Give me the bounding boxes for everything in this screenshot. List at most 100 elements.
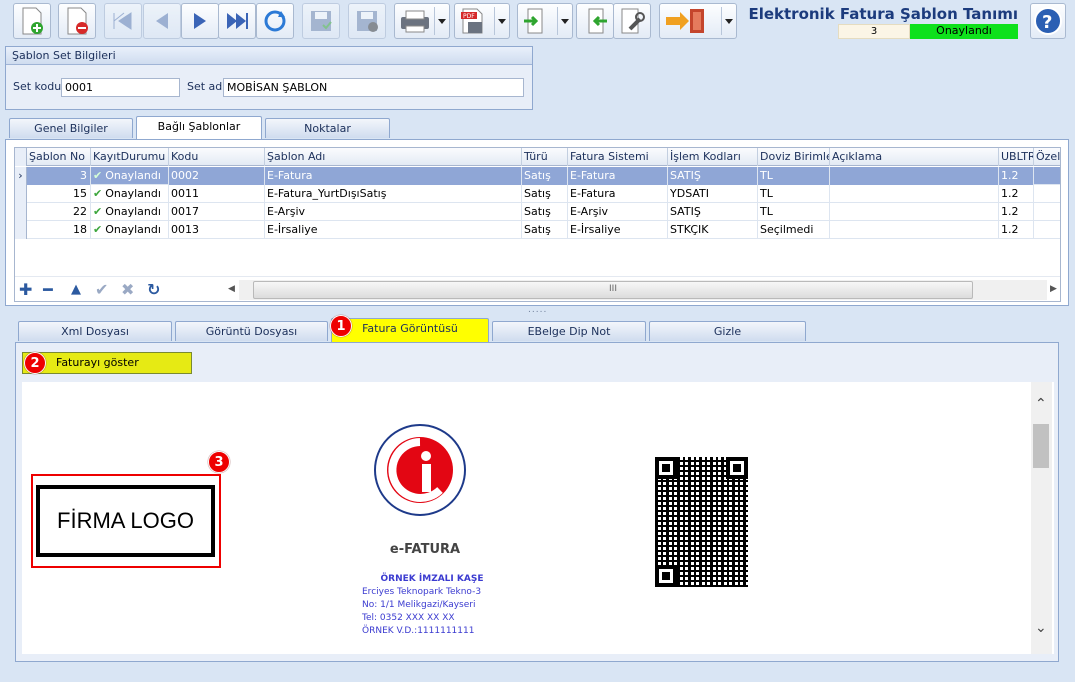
cell-ubltr[interactable]: 1.2 <box>999 221 1034 239</box>
cell-record-status[interactable]: ✔ Onaylandı <box>91 221 169 239</box>
cell-description[interactable] <box>830 185 999 203</box>
cell-record-status[interactable]: ✔ Onaylandı <box>91 167 169 185</box>
import-button[interactable] <box>576 3 614 39</box>
tab-linked-templates[interactable]: Bağlı Şablonlar <box>136 116 262 140</box>
table-row[interactable]: › 3 ✔ Onaylandı 0002 E-Fatura Satış E-Fatura SAT… <box>15 167 1060 185</box>
scroll-up-icon[interactable]: ⌃ <box>1035 396 1047 412</box>
cell-invoice-system[interactable]: E-İrsaliye <box>568 221 668 239</box>
previous-record-button[interactable] <box>143 3 181 39</box>
move-up-icon[interactable]: ▲ <box>71 282 81 297</box>
col-currencies[interactable]: Doviz Birimleri <box>758 148 830 166</box>
col-template-name[interactable]: Şablon Adı <box>265 148 522 166</box>
cancel-save-button[interactable] <box>348 3 386 39</box>
cell-currency[interactable]: TL <box>758 185 830 203</box>
tab-general[interactable]: Genel Bilgiler <box>9 118 133 138</box>
tab-hide[interactable]: Gizle <box>649 321 806 341</box>
col-template-no[interactable]: Şablon No <box>27 148 91 166</box>
cell-invoice-system[interactable]: E-Arşiv <box>568 203 668 221</box>
cell-invoice-system[interactable]: E-Fatura <box>568 185 668 203</box>
cell-code[interactable]: 0013 <box>169 221 265 239</box>
tab-points[interactable]: Noktalar <box>265 118 390 138</box>
cell-special[interactable] <box>1034 203 1060 221</box>
cell-record-status[interactable]: ✔ Onaylandı <box>91 203 169 221</box>
row-indicator[interactable] <box>15 221 27 239</box>
cell-description[interactable] <box>830 203 999 221</box>
remove-row-icon[interactable]: ━ <box>43 280 53 299</box>
cell-operation-codes[interactable]: SATIŞ <box>668 203 758 221</box>
refresh-grid-icon[interactable]: ↻ <box>147 280 160 299</box>
splitter-grip[interactable]: ..... <box>528 305 547 315</box>
cell-record-status[interactable]: ✔ Onaylandı <box>91 185 169 203</box>
col-description[interactable]: Açıklama <box>830 148 999 166</box>
pdf-button[interactable]: PDF <box>454 3 510 39</box>
col-ubltr[interactable]: UBLTR <box>999 148 1034 166</box>
cell-template-name[interactable]: E-İrsaliye <box>265 221 522 239</box>
scroll-left-icon[interactable]: ◀ <box>228 284 235 294</box>
cell-template-name[interactable]: E-Fatura_YurtDışıSatış <box>265 185 522 203</box>
cell-code[interactable]: 0017 <box>169 203 265 221</box>
save-button[interactable] <box>302 3 340 39</box>
last-record-button[interactable] <box>218 3 256 39</box>
delete-button[interactable] <box>58 3 96 39</box>
first-record-button[interactable] <box>104 3 142 39</box>
help-button[interactable]: ? <box>1030 3 1066 39</box>
table-row[interactable]: 22 ✔ Onaylandı 0017 E-Arşiv Satış E-Arşiv SATIŞ… <box>15 203 1060 221</box>
cell-special[interactable] <box>1034 185 1060 203</box>
print-button[interactable] <box>394 3 450 39</box>
cell-template-no[interactable]: 15 <box>27 185 91 203</box>
cell-template-name[interactable]: E-Fatura <box>265 167 522 185</box>
tab-xml-file[interactable]: Xml Dosyası <box>18 321 172 341</box>
new-button[interactable] <box>13 3 51 39</box>
exit-button[interactable] <box>659 3 737 39</box>
row-indicator[interactable] <box>15 203 27 221</box>
cell-template-name[interactable]: E-Arşiv <box>265 203 522 221</box>
refresh-button[interactable] <box>256 3 294 39</box>
cell-currency[interactable]: TL <box>758 167 830 185</box>
tools-button[interactable] <box>613 3 651 39</box>
cell-invoice-system[interactable]: E-Fatura <box>568 167 668 185</box>
show-invoice-button[interactable]: Faturayı göster <box>22 352 192 374</box>
cell-currency[interactable]: TL <box>758 203 830 221</box>
export-button[interactable] <box>517 3 573 39</box>
table-row[interactable]: 18 ✔ Onaylandı 0013 E-İrsaliye Satış E-İrsaliy… <box>15 221 1060 239</box>
col-special[interactable]: Özel F <box>1034 148 1060 166</box>
col-operation-codes[interactable]: İşlem Kodları <box>668 148 758 166</box>
col-code[interactable]: Kodu <box>169 148 265 166</box>
col-type[interactable]: Türü <box>522 148 568 166</box>
confirm-icon[interactable]: ✔ <box>95 280 108 299</box>
cell-code[interactable]: 0011 <box>169 185 265 203</box>
row-indicator[interactable]: › <box>15 167 27 185</box>
cell-type[interactable]: Satış <box>522 221 568 239</box>
row-indicator[interactable] <box>15 185 27 203</box>
set-name-field[interactable]: MOBİSAN ŞABLON <box>223 78 524 97</box>
cancel-icon[interactable]: ✖ <box>121 280 134 299</box>
cell-code[interactable]: 0002 <box>169 167 265 185</box>
cell-special[interactable] <box>1034 167 1060 185</box>
cell-operation-codes[interactable]: YDSATI <box>668 185 758 203</box>
cell-ubltr[interactable]: 1.2 <box>999 167 1034 185</box>
scroll-thumb[interactable]: III <box>253 281 973 299</box>
cell-ubltr[interactable]: 1.2 <box>999 203 1034 221</box>
cell-template-no[interactable]: 18 <box>27 221 91 239</box>
cell-operation-codes[interactable]: STKÇIK <box>668 221 758 239</box>
tab-image-file[interactable]: Görüntü Dosyası <box>175 321 328 341</box>
scroll-down-icon[interactable]: ⌄ <box>1035 620 1047 636</box>
cell-description[interactable] <box>830 167 999 185</box>
cell-ubltr[interactable]: 1.2 <box>999 185 1034 203</box>
scroll-right-icon[interactable]: ▶ <box>1050 284 1057 294</box>
cell-template-no[interactable]: 22 <box>27 203 91 221</box>
horizontal-scrollbar[interactable]: III <box>239 280 1047 300</box>
col-record-status[interactable]: KayıtDurumu <box>91 148 169 166</box>
cell-operation-codes[interactable]: SATIŞ <box>668 167 758 185</box>
cell-template-no[interactable]: 3 <box>27 167 91 185</box>
cell-currency[interactable]: Seçilmedi <box>758 221 830 239</box>
vscroll-thumb[interactable] <box>1033 424 1049 468</box>
cell-type[interactable]: Satış <box>522 185 568 203</box>
vertical-scrollbar[interactable]: ⌃ ⌄ <box>1031 382 1052 654</box>
table-row[interactable]: 15 ✔ Onaylandı 0011 E-Fatura_YurtDışıSatış Sa… <box>15 185 1060 203</box>
cell-description[interactable] <box>830 221 999 239</box>
tab-ebelge-footnote[interactable]: EBelge Dip Not <box>492 321 646 341</box>
set-code-field[interactable]: 0001 <box>61 78 180 97</box>
cell-special[interactable] <box>1034 221 1060 239</box>
next-record-button[interactable] <box>181 3 219 39</box>
